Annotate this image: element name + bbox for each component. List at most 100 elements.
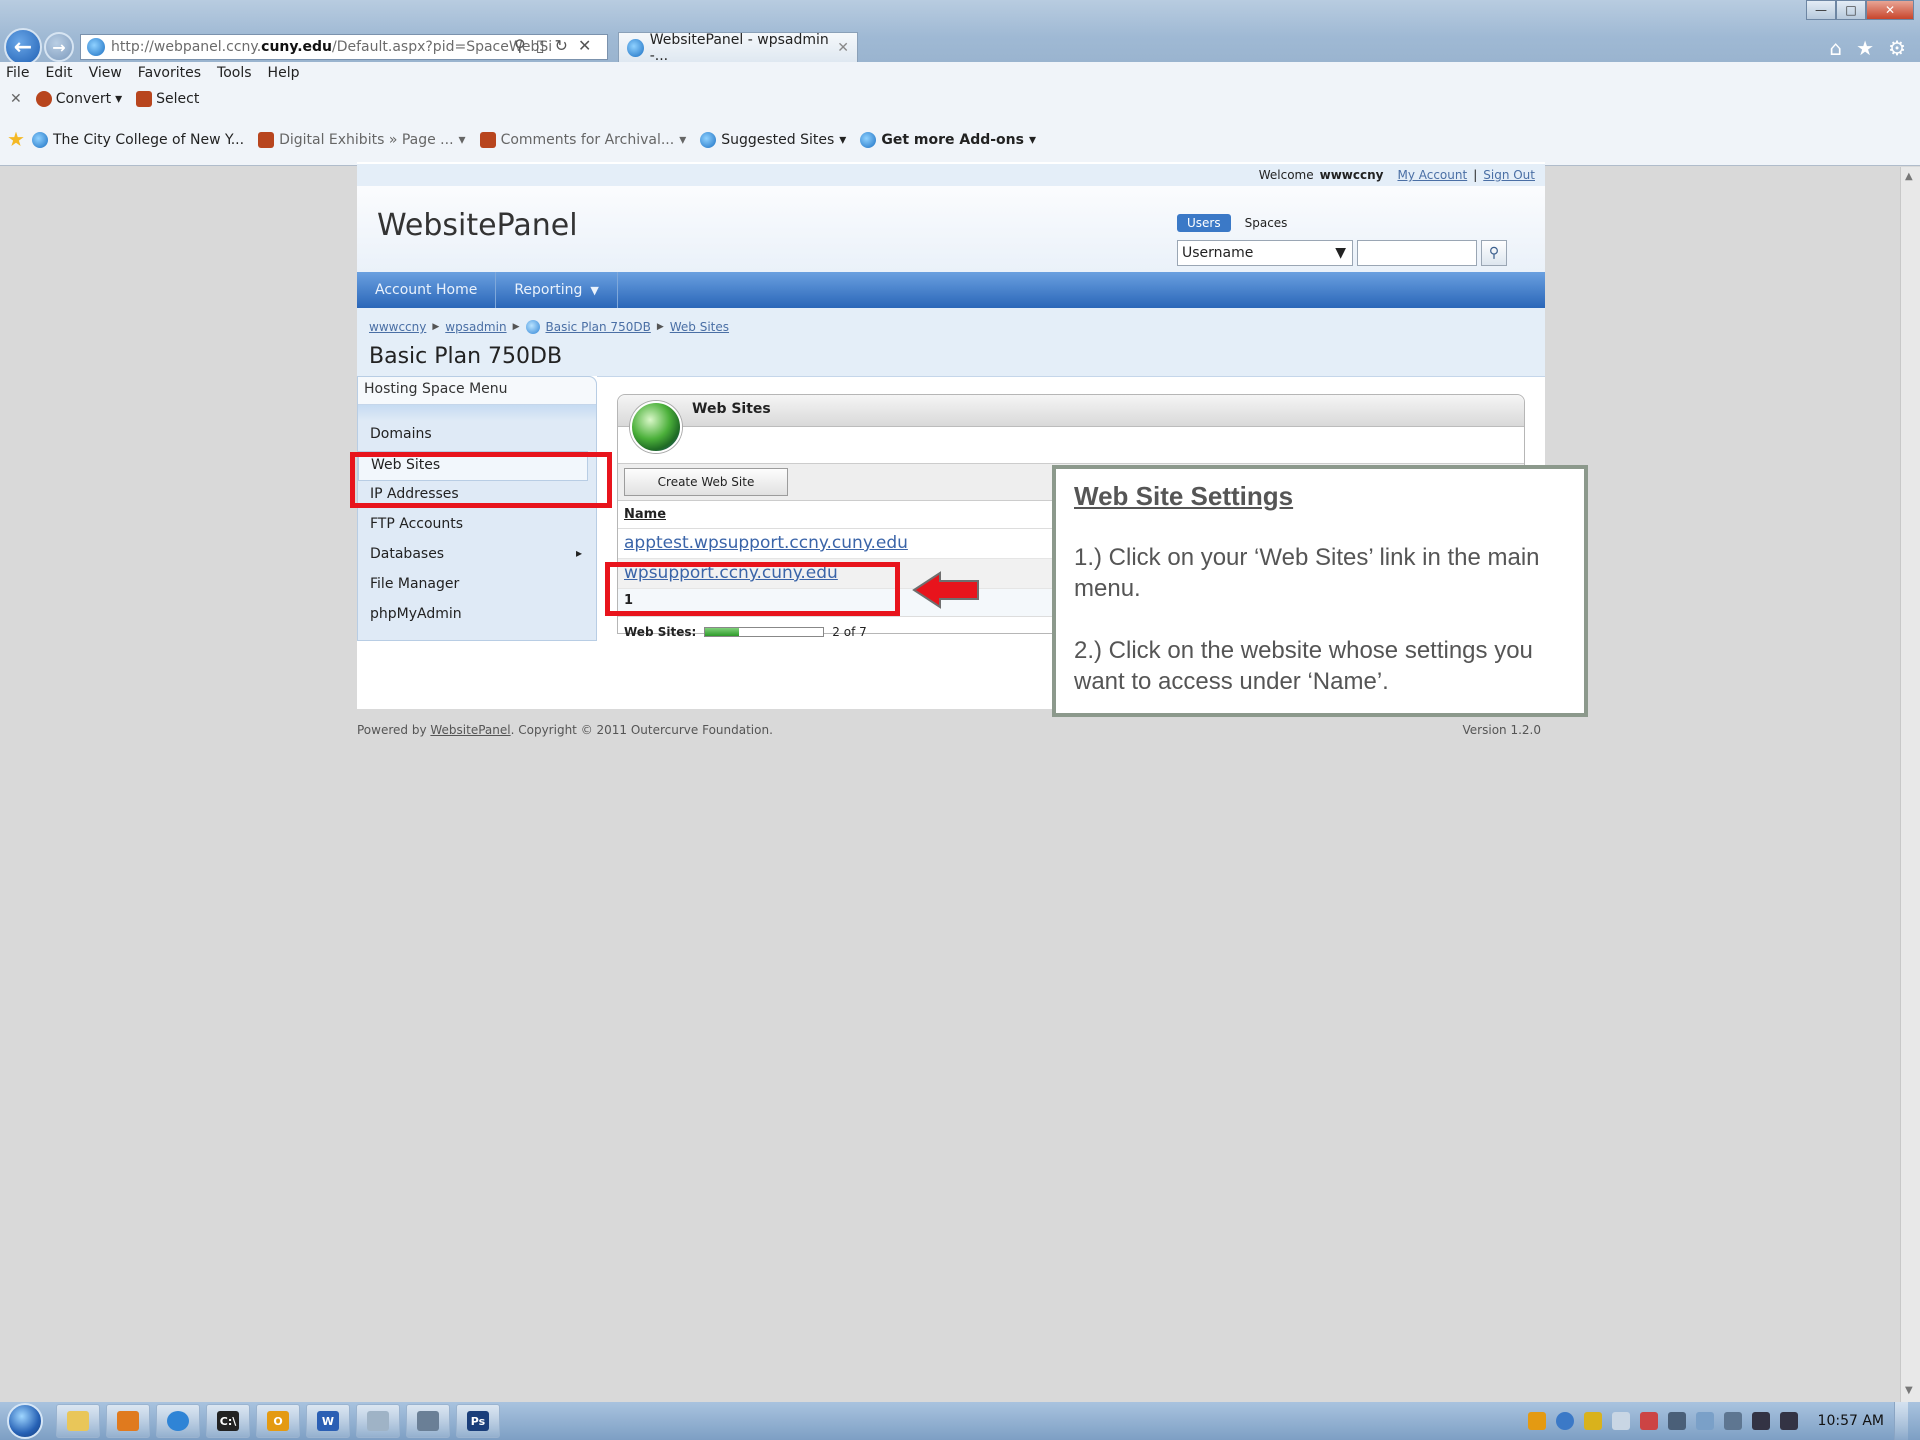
search-tray-icon[interactable]: [1555, 1412, 1574, 1430]
forward-button[interactable]: →: [44, 32, 74, 62]
quota-progress-fill: [705, 628, 739, 636]
sidebar-item-databases[interactable]: Databases ▸: [358, 541, 596, 571]
favorite-link-ccny[interactable]: The City College of New Y...: [32, 131, 244, 148]
display-icon[interactable]: [1723, 1412, 1742, 1430]
menu-file[interactable]: File: [6, 65, 29, 81]
minimize-button[interactable]: —: [1806, 0, 1836, 20]
back-button[interactable]: ←: [4, 28, 42, 66]
version-text: Version 1.2.0: [1462, 723, 1541, 737]
chevron-down-icon: ▾: [1028, 131, 1036, 148]
url-domain: cuny.edu: [261, 39, 333, 55]
maximize-button[interactable]: □: [1836, 0, 1866, 20]
breadcrumb-admin[interactable]: wpsadmin: [445, 320, 506, 334]
taskbar-internet-explorer[interactable]: [156, 1404, 200, 1438]
home-icon[interactable]: ⌂: [1829, 36, 1842, 60]
system-tray: 10:57 AM: [1527, 1402, 1920, 1440]
logo[interactable]: WebsitePanel: [377, 208, 578, 243]
clock[interactable]: 10:57 AM: [1818, 1413, 1884, 1429]
favorite-link-digital-exhibits[interactable]: Digital Exhibits » Page ... ▾: [258, 131, 466, 148]
start-button[interactable]: [0, 1402, 50, 1440]
favorite-link-suggested-sites[interactable]: Suggested Sites ▾: [700, 131, 846, 148]
sync-icon[interactable]: [1695, 1412, 1714, 1430]
link-separator: |: [1473, 168, 1478, 182]
my-account-link[interactable]: My Account: [1397, 168, 1467, 182]
stop-icon[interactable]: ✕: [578, 36, 591, 55]
select-button[interactable]: Select: [136, 91, 199, 107]
web-site-link[interactable]: apptest.wpsupport.ccny.cuny.edu: [624, 533, 908, 553]
breadcrumb-user[interactable]: wwwccny: [369, 320, 426, 334]
sidebar-item-domains[interactable]: Domains: [358, 421, 596, 451]
breadcrumb-arrow-icon: ▶: [432, 322, 440, 332]
callout-step-1: 1.) Click on your ‘Web Sites’ link in th…: [1074, 544, 1540, 602]
sidebar-item-phpmyadmin[interactable]: phpMyAdmin: [358, 601, 596, 631]
panel-subheader: [618, 427, 1524, 463]
network-icon[interactable]: [1667, 1412, 1686, 1430]
sign-out-link[interactable]: Sign Out: [1483, 168, 1535, 182]
tab-users[interactable]: Users: [1177, 214, 1231, 232]
red-arrow-icon: [912, 571, 979, 609]
shield-tray-icon[interactable]: [1583, 1412, 1602, 1430]
gear-icon[interactable]: ⚙: [1888, 36, 1906, 60]
browser-tab[interactable]: WebsitePanel - wpsadmin -... ✕: [618, 32, 858, 64]
callout-title: Web Site Settings: [1074, 481, 1294, 511]
create-web-site-button[interactable]: Create Web Site: [624, 468, 788, 496]
search-icon[interactable]: ⚲: [514, 36, 526, 55]
favorites-star-icon[interactable]: ★: [1856, 36, 1874, 60]
breadcrumb-space[interactable]: Basic Plan 750DB: [546, 320, 651, 334]
close-window-button[interactable]: ✕: [1866, 0, 1914, 20]
page-title: Basic Plan 750DB: [369, 344, 563, 369]
close-tab-icon[interactable]: ✕: [837, 40, 849, 56]
scroll-up-icon[interactable]: ▲: [1905, 171, 1913, 182]
taskbar-word[interactable]: W: [306, 1404, 350, 1438]
terminal-icon: C:\: [217, 1411, 239, 1431]
websitepanel-link[interactable]: WebsitePanel: [430, 723, 510, 737]
show-desktop-button[interactable]: [1894, 1402, 1908, 1440]
favorite-label: Suggested Sites: [721, 131, 835, 148]
menu-bar: File Edit View Favorites Tools Help: [0, 62, 1920, 84]
refresh-icon[interactable]: ↻: [555, 36, 568, 55]
favorites-add-icon[interactable]: [8, 131, 24, 147]
chevron-down-icon: ▾: [679, 131, 687, 148]
favorite-link-addons[interactable]: Get more Add-ons ▾: [860, 131, 1036, 148]
chevron-down-icon: ▼: [1335, 245, 1346, 261]
search-button[interactable]: ⚲: [1481, 240, 1507, 266]
welcome-text: Welcome: [1258, 168, 1314, 182]
taskbar-command-prompt[interactable]: C:\: [206, 1404, 250, 1438]
search-input[interactable]: [1357, 240, 1477, 266]
speaker-icon[interactable]: [1751, 1412, 1770, 1430]
search-field-select[interactable]: Username ▼: [1177, 240, 1353, 266]
menu-tools[interactable]: Tools: [217, 65, 252, 81]
taskbar-app[interactable]: [106, 1404, 150, 1438]
hosting-space-menu: Hosting Space Menu Domains Web Sites IP …: [357, 376, 597, 641]
taskbar-remote[interactable]: [406, 1404, 450, 1438]
volume-icon[interactable]: [1639, 1412, 1658, 1430]
menu-help[interactable]: Help: [268, 65, 300, 81]
callout-step-2: 2.) Click on the website whose settings …: [1074, 637, 1533, 695]
office-tray-icon[interactable]: [1527, 1412, 1546, 1430]
breadcrumb-area: wwwccny ▶ wpsadmin ▶ Basic Plan 750DB ▶ …: [357, 308, 1545, 376]
monitor-icon: [417, 1411, 439, 1431]
scroll-down-icon[interactable]: ▼: [1905, 1385, 1913, 1396]
nav-reporting[interactable]: Reporting ▼: [496, 272, 618, 308]
menu-favorites[interactable]: Favorites: [138, 65, 201, 81]
convert-button[interactable]: Convert ▾: [35, 91, 122, 107]
power-icon[interactable]: [1779, 1412, 1798, 1430]
sidebar-item-file-manager[interactable]: File Manager: [358, 571, 596, 601]
nav-account-home[interactable]: Account Home: [357, 272, 497, 308]
menu-view[interactable]: View: [89, 65, 122, 81]
close-bar-icon[interactable]: ✕: [10, 91, 22, 107]
taskbar-photoshop[interactable]: Ps: [456, 1404, 500, 1438]
menu-edit[interactable]: Edit: [45, 65, 72, 81]
taskbar-outlook[interactable]: O: [256, 1404, 300, 1438]
favorite-site-icon: [258, 131, 275, 148]
vertical-scrollbar[interactable]: ▲ ▼: [1900, 167, 1920, 1402]
compatibility-icon[interactable]: ▯: [536, 36, 545, 55]
favorite-link-comments[interactable]: Comments for Archival... ▾: [479, 131, 687, 148]
taskbar-notes[interactable]: [356, 1404, 400, 1438]
ie-icon: [167, 1411, 189, 1431]
flag-icon[interactable]: [1611, 1412, 1630, 1430]
sidebar-item-ftp-accounts[interactable]: FTP Accounts: [358, 511, 596, 541]
breadcrumb-web-sites[interactable]: Web Sites: [670, 320, 729, 334]
taskbar-explorer[interactable]: [56, 1404, 100, 1438]
tab-spaces[interactable]: Spaces: [1239, 214, 1294, 232]
